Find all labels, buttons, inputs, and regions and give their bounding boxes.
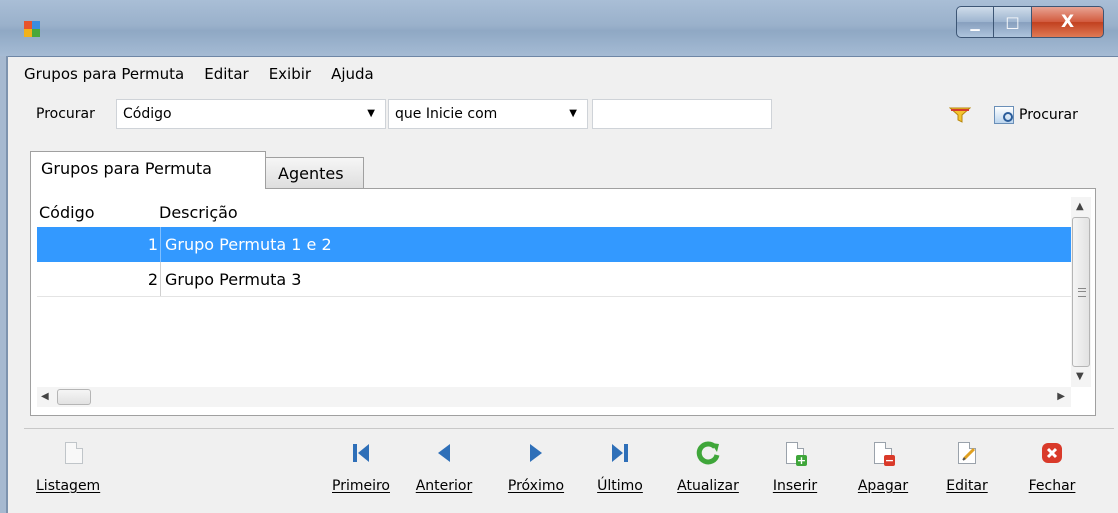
chevron-down-icon[interactable]: ▼ bbox=[367, 100, 375, 128]
scroll-right-icon[interactable]: ▶ bbox=[1057, 391, 1065, 402]
minimize-button[interactable]: ▁ bbox=[956, 6, 994, 38]
tab-grupos-para-permuta[interactable]: Grupos para Permuta bbox=[30, 151, 266, 189]
menu-ajuda[interactable]: Ajuda bbox=[331, 65, 374, 83]
maximize-button[interactable]: □ bbox=[994, 6, 1032, 38]
close-window-icon bbox=[1042, 443, 1062, 463]
chevron-down-icon[interactable]: ▼ bbox=[569, 100, 577, 128]
report-icon bbox=[65, 442, 83, 464]
data-grid: Código Descrição 1 Grupo Permuta 1 e 2 2… bbox=[37, 197, 1071, 297]
horizontal-scroll-thumb[interactable] bbox=[57, 389, 91, 405]
cell-codigo[interactable]: 2 bbox=[37, 262, 161, 296]
search-operator-select[interactable]: que Inicie com ▼ bbox=[388, 99, 588, 129]
menu-exibir[interactable]: Exibir bbox=[269, 65, 311, 83]
search-label: Procurar bbox=[36, 106, 95, 122]
last-record-icon bbox=[612, 444, 628, 462]
close-icon: X bbox=[1060, 12, 1075, 32]
table-row[interactable]: 1 Grupo Permuta 1 e 2 bbox=[37, 227, 1071, 262]
primeiro-button[interactable]: Primeiro bbox=[326, 438, 396, 494]
editar-button[interactable]: Editar bbox=[938, 438, 996, 494]
vertical-scroll-thumb[interactable] bbox=[1072, 217, 1090, 367]
scroll-left-icon[interactable]: ◀ bbox=[41, 391, 49, 402]
refresh-icon bbox=[696, 441, 720, 465]
main-window: ▁ □ X Grupos para Permuta Editar Exibir … bbox=[0, 0, 1118, 513]
menu-bar: Grupos para Permuta Editar Exibir Ajuda bbox=[24, 60, 394, 88]
search-field-select[interactable]: Código ▼ bbox=[116, 99, 386, 129]
search-operator-value: que Inicie com bbox=[395, 106, 498, 122]
menu-grupos-para-permuta[interactable]: Grupos para Permuta bbox=[24, 65, 184, 83]
grid-header: Código Descrição bbox=[37, 197, 1071, 227]
title-bar[interactable]: ▁ □ X bbox=[0, 0, 1118, 57]
anterior-button[interactable]: Anterior bbox=[406, 438, 482, 494]
next-record-icon bbox=[530, 444, 542, 462]
column-header-codigo[interactable]: Código bbox=[37, 203, 159, 222]
app-icon[interactable] bbox=[24, 21, 40, 37]
first-record-icon bbox=[353, 444, 369, 462]
inserir-button[interactable]: + Inserir bbox=[764, 438, 826, 494]
scroll-down-icon[interactable]: ▼ bbox=[1076, 371, 1084, 382]
column-header-descricao[interactable]: Descrição bbox=[159, 203, 238, 222]
cell-codigo[interactable]: 1 bbox=[37, 227, 161, 262]
atualizar-button[interactable]: Atualizar bbox=[668, 438, 748, 494]
search-button-label: Procurar bbox=[1019, 107, 1078, 123]
insert-document-icon: + bbox=[786, 442, 807, 466]
close-button[interactable]: X bbox=[1032, 6, 1104, 38]
horizontal-scrollbar[interactable]: ◀ ▶ bbox=[37, 387, 1071, 407]
grid-panel: Código Descrição 1 Grupo Permuta 1 e 2 2… bbox=[30, 188, 1096, 416]
table-row[interactable]: 2 Grupo Permuta 3 bbox=[37, 262, 1071, 297]
edit-document-icon bbox=[958, 442, 976, 464]
search-window-icon bbox=[994, 106, 1014, 124]
filter-icon[interactable] bbox=[948, 107, 972, 127]
scroll-up-icon[interactable]: ▲ bbox=[1076, 201, 1084, 212]
tab-agentes[interactable]: Agentes bbox=[266, 157, 364, 189]
cell-descricao[interactable]: Grupo Permuta 1 e 2 bbox=[161, 235, 332, 254]
fechar-button[interactable]: Fechar bbox=[1020, 438, 1084, 494]
search-bar: Procurar Código ▼ que Inicie com ▼ Procu… bbox=[24, 96, 1114, 134]
vertical-scrollbar[interactable]: ▲ ▼ bbox=[1071, 197, 1091, 387]
window-frame bbox=[0, 56, 8, 513]
minimize-icon: ▁ bbox=[970, 17, 980, 31]
proximo-button[interactable]: Próximo bbox=[498, 438, 574, 494]
window-controls: ▁ □ X bbox=[956, 6, 1104, 38]
previous-record-icon bbox=[438, 444, 450, 462]
menu-editar[interactable]: Editar bbox=[204, 65, 248, 83]
delete-document-icon: − bbox=[874, 442, 895, 466]
toolbar-divider bbox=[24, 428, 1114, 429]
search-field-value: Código bbox=[123, 106, 172, 122]
ultimo-button[interactable]: Último bbox=[590, 438, 650, 494]
search-button[interactable]: Procurar bbox=[994, 102, 1078, 128]
cell-descricao[interactable]: Grupo Permuta 3 bbox=[161, 270, 301, 289]
search-term-input[interactable] bbox=[592, 99, 772, 129]
apagar-button[interactable]: − Apagar bbox=[850, 438, 916, 494]
listagem-button[interactable]: Listagem bbox=[36, 438, 112, 494]
maximize-icon: □ bbox=[1005, 13, 1020, 31]
